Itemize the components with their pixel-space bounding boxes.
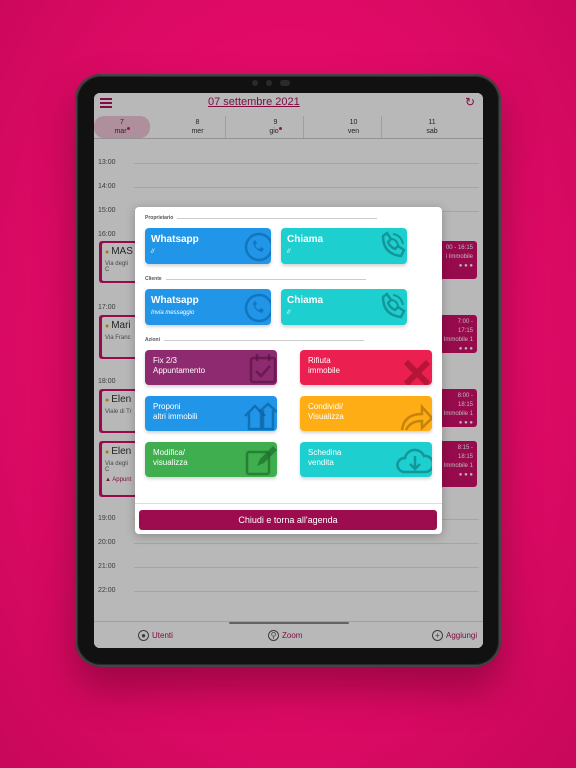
fix-appointment-button[interactable]: Fix 2/3 Appuntamento: [145, 350, 277, 385]
tile-subtitle: Invia messaggio: [151, 310, 195, 316]
section-title-owner: Proprietario: [145, 215, 378, 221]
tile-title: Chiama: [287, 295, 324, 306]
section-title-actions: Azioni: [145, 337, 364, 343]
front-sensor-bar: [280, 80, 290, 86]
edit-pencil-icon: [245, 446, 277, 476]
app-screen: 07 settembre 2021 ↻ 7 mar 8 mer 9 gio 10…: [94, 93, 483, 648]
phone-icon: [381, 292, 406, 319]
close-icon: [403, 359, 431, 385]
whatsapp-icon: [244, 293, 271, 323]
divider: [164, 339, 364, 341]
section-actions-label: Azioni: [145, 337, 160, 343]
sale-sheet-button[interactable]: Schedina vendita: [300, 442, 432, 477]
share-arrow-icon: [400, 403, 432, 431]
share-view-button[interactable]: Condividi/ Visualizza: [300, 396, 432, 431]
tile-title: Whatsapp: [151, 295, 199, 306]
phone-icon: [381, 231, 406, 258]
section-client-label: Cliente: [145, 276, 162, 282]
tile-subtitle: //: [287, 310, 291, 316]
propose-properties-button[interactable]: Proponi altri immobili: [145, 396, 277, 431]
tile-label: Schedina vendita: [308, 448, 342, 467]
tile-label: Fix 2/3 Appuntamento: [153, 356, 206, 375]
tile-label: Proponi altri immobili: [153, 402, 198, 421]
front-camera: [252, 80, 258, 86]
tile-title: Whatsapp: [151, 234, 199, 245]
tile-label: Modifica/ visualizza: [153, 448, 188, 467]
tile-label: Condividi/ Visualizza: [308, 402, 344, 421]
houses-icon: [244, 402, 277, 431]
actions-modal: Proprietario Whatsapp // Chiama // Clien…: [135, 207, 442, 534]
tile-subtitle: //: [287, 249, 291, 255]
cloud-download-icon: [396, 448, 432, 474]
owner-call-button[interactable]: Chiama //: [281, 228, 407, 264]
section-title-client: Cliente: [145, 276, 366, 282]
client-call-button[interactable]: Chiama //: [281, 289, 407, 325]
tile-title: Chiama: [287, 234, 324, 245]
divider: [177, 217, 378, 219]
reject-property-button[interactable]: Rifiuta immobile: [300, 350, 432, 385]
close-return-agenda-button[interactable]: Chiudi e torna all'agenda: [139, 510, 437, 530]
tile-label: Rifiuta immobile: [308, 356, 341, 375]
front-sensor: [266, 80, 272, 86]
client-whatsapp-button[interactable]: Whatsapp Invia messaggio: [145, 289, 271, 325]
modal-footer: Chiudi e torna all'agenda: [135, 503, 442, 534]
owner-whatsapp-button[interactable]: Whatsapp //: [145, 228, 271, 264]
section-owner-label: Proprietario: [145, 215, 174, 221]
edit-view-button[interactable]: Modifica/ visualizza: [145, 442, 277, 477]
calendar-check-icon: [249, 354, 277, 384]
whatsapp-icon: [244, 232, 271, 262]
divider: [165, 278, 366, 280]
tile-subtitle: //: [151, 249, 155, 255]
